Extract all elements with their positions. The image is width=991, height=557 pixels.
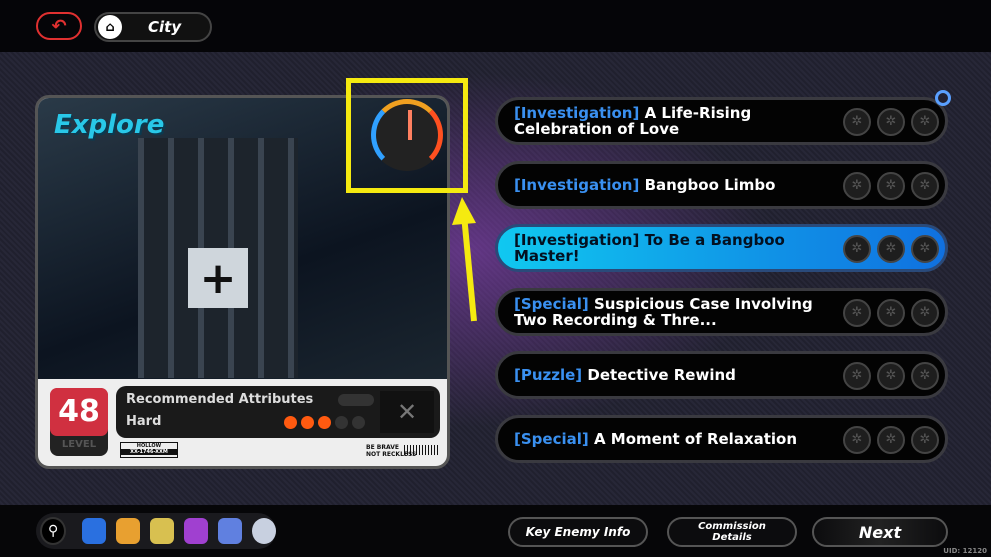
commission-category: [Investigation] [514, 175, 640, 194]
medal-icon: ✲ [911, 362, 939, 390]
gauge-needle [408, 110, 412, 140]
commission-text: [Special] Suspicious Case Involving Two … [514, 296, 824, 328]
medal-icon: ✲ [911, 108, 939, 136]
recommended-label: Recommended Attributes [126, 392, 314, 407]
commission-item[interactable]: [Special] A Moment of Relaxation ✲ ✲ ✲ [495, 414, 948, 463]
medal-icon: ✲ [843, 171, 871, 200]
back-button[interactable]: ↶ [36, 12, 82, 40]
hollow-tag: HOLLOW XX-1746-XXM [120, 442, 178, 458]
medal-icon: ✲ [911, 425, 939, 454]
gauge-icon[interactable] [371, 99, 443, 171]
tag-bottom: XX-1746-XXM [121, 449, 177, 455]
level-value: 48 [50, 388, 108, 436]
commission-details-button[interactable]: Commission Details [667, 517, 797, 547]
medal-icon: ✲ [843, 362, 871, 390]
medal-icon: ✲ [911, 171, 939, 200]
cross-sign: + [188, 248, 248, 308]
commission-item[interactable]: [Puzzle] Detective Rewind ✲ ✲ ✲ [495, 351, 948, 399]
next-button[interactable]: Next [812, 517, 948, 547]
bangboo-icon[interactable] [218, 518, 243, 544]
explore-logo: Explore [54, 110, 165, 140]
commission-text: [Investigation] A Life-Rising Celebratio… [514, 105, 824, 137]
commission-item[interactable]: [Investigation] To Be a Bangboo Master! … [495, 224, 948, 272]
commission-text: [Puzzle] Detective Rewind [514, 367, 824, 383]
key-enemy-info-button[interactable]: Key Enemy Info [508, 517, 648, 547]
difficulty-dot [352, 416, 365, 429]
difficulty-label: Hard [126, 414, 162, 429]
commission-title: Bangboo Limbo [644, 175, 776, 194]
purple-dice-icon[interactable] [184, 518, 209, 544]
reward-medals: ✲ ✲ ✲ [843, 362, 939, 390]
medal-icon: ✲ [843, 425, 871, 454]
location-pin-icon [935, 90, 951, 106]
map-icon[interactable] [82, 518, 107, 544]
attribute-slot [338, 394, 374, 406]
commission-item[interactable]: [Investigation] A Life-Rising Celebratio… [495, 90, 951, 145]
commission-text: [Special] A Moment of Relaxation [514, 431, 824, 447]
uid-label: UID: 12120 [943, 547, 987, 555]
level-label: LEVEL [61, 439, 97, 450]
medal-icon: ✲ [843, 235, 871, 263]
location-button[interactable]: ⌂ City [94, 12, 212, 42]
medal-icon: ✲ [877, 425, 905, 454]
medal-icon: ✲ [877, 362, 905, 390]
medal-icon: ✲ [843, 298, 871, 327]
difficulty-dot [284, 416, 297, 429]
undo-arrow-icon: ↶ [51, 15, 67, 37]
commission-item[interactable]: [Special] Suspicious Case Involving Two … [495, 287, 948, 336]
commission-text: [Investigation] To Be a Bangboo Master! [514, 232, 824, 264]
annotation-arrow [452, 197, 477, 322]
top-bar: ↶ ⌂ City [0, 0, 991, 52]
difficulty-dots [284, 416, 365, 429]
difficulty-dot [318, 416, 331, 429]
commission-title: Detective Rewind [587, 366, 736, 384]
level-badge: 48 LEVEL [50, 388, 108, 456]
search-icon[interactable]: ⚲ [40, 517, 67, 545]
medal-icon: ✲ [843, 108, 871, 136]
reward-medals: ✲ ✲ ✲ [843, 108, 939, 136]
medal-icon: ✲ [911, 235, 939, 263]
toolbar: ⚲ [36, 513, 277, 549]
reward-medals: ✲ ✲ ✲ [843, 171, 939, 200]
medal-icon: ✲ [877, 298, 905, 327]
yellow-dice-icon[interactable] [150, 518, 175, 544]
difficulty-dot [301, 416, 314, 429]
recommended-attributes: Recommended Attributes Hard ✕ [116, 386, 440, 438]
film-reel-icon[interactable] [252, 518, 277, 544]
medal-icon: ✲ [877, 235, 905, 263]
commission-title: A Moment of Relaxation [593, 429, 798, 448]
medal-icon: ✲ [877, 108, 905, 136]
reward-medals: ✲ ✲ ✲ [843, 298, 939, 327]
notebook-icon[interactable] [116, 518, 141, 544]
medal-icon: ✲ [911, 298, 939, 327]
commission-category: [Special] [514, 429, 589, 448]
difficulty-dot [335, 416, 348, 429]
commission-text: [Investigation] Bangboo Limbo [514, 177, 824, 193]
location-label: City [148, 18, 182, 36]
reward-medals: ✲ ✲ ✲ [843, 425, 939, 454]
commission-item[interactable]: [Investigation] Bangboo Limbo ✲ ✲ ✲ [495, 160, 948, 209]
home-icon: ⌂ [98, 15, 122, 39]
highlight-box [346, 78, 468, 193]
commission-list: [Investigation] A Life-Rising Celebratio… [495, 90, 951, 478]
unknown-attribute-icon: ✕ [380, 391, 434, 433]
reward-medals: ✲ ✲ ✲ [843, 235, 939, 263]
commission-category: [Puzzle] [514, 366, 583, 384]
barcode [404, 445, 438, 455]
medal-icon: ✲ [877, 171, 905, 200]
